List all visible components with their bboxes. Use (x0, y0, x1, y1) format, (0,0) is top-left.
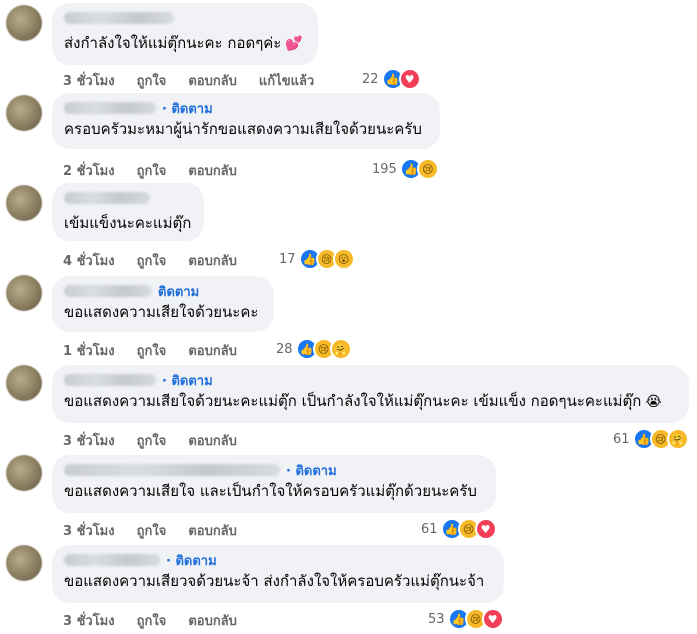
reply-button[interactable]: ตอบกลับ (188, 340, 237, 361)
like-button[interactable]: ถูกใจ (137, 520, 167, 541)
avatar[interactable] (6, 185, 42, 221)
comment-bubble: ติดตาม ขอแสดงความเสียใจด้วยนะคะ (52, 276, 274, 332)
love-reaction-icon: ♥ (398, 68, 421, 90)
comment-text: ครอบครัวมะหมาผู้น่ารักขอแสดงความเสียใจด้… (64, 120, 422, 138)
like-button[interactable]: ถูกใจ (137, 340, 167, 361)
like-button[interactable]: ถูกใจ (137, 610, 167, 631)
commenter-name[interactable] (64, 464, 280, 476)
timestamp[interactable]: 2 ชั่วโมง (63, 160, 115, 181)
comment-bubble: · ติดตาม ขอแสดงความเสียใจ และเป็นกำใจให้… (52, 455, 496, 513)
sad-reaction-icon: 😢 (416, 158, 439, 180)
comment-bubble: เข้มแข็งนะคะแม่ตุ๊ก (52, 183, 204, 241)
crying-emoji-icon: 😭 (645, 394, 662, 410)
follow-link[interactable]: · ติดตาม (286, 460, 337, 481)
love-reaction-icon: ♥ (474, 518, 497, 540)
reply-button[interactable]: ตอบกลับ (188, 70, 237, 91)
reply-button[interactable]: ตอบกลับ (188, 520, 237, 541)
reaction-count: 22 (362, 71, 379, 87)
reaction-count: 61 (613, 431, 630, 447)
reply-button[interactable]: ตอบกลับ (188, 250, 237, 271)
like-button[interactable]: ถูกใจ (137, 250, 167, 271)
comment-text: ส่งกำลังใจให้แม่ตุ๊กนะคะ กอดๆค่ะ (64, 34, 282, 52)
comment-text: ขอแสดงความเสียใจด้วยนะคะ (64, 303, 259, 321)
comment-text: ขอแสดงความเสียใจด้วยนะคะแม่ตุ๊ก เป็นกำลั… (64, 392, 642, 410)
reply-button[interactable]: ตอบกลับ (188, 610, 237, 631)
timestamp[interactable]: 3 ชั่วโมง (63, 610, 115, 631)
edited-label[interactable]: แก้ไขแล้ว (259, 70, 314, 91)
timestamp[interactable]: 3 ชั่วโมง (63, 430, 115, 451)
comment-bubble: · ติดตาม ขอแสดงความเสียใจด้วยนะคะแม่ตุ๊ก… (52, 365, 689, 423)
avatar[interactable] (6, 365, 42, 401)
avatar[interactable] (6, 275, 42, 311)
follow-link[interactable]: · ติดตาม (166, 550, 217, 571)
heart-emoji-icon: 💕 (285, 36, 303, 52)
reaction-summary[interactable]: 195 👍 😢 (372, 158, 439, 180)
commenter-name[interactable] (64, 12, 174, 24)
avatar[interactable] (6, 5, 42, 41)
reply-button[interactable]: ตอบกลับ (188, 430, 237, 451)
follow-link[interactable]: · ติดตาม (162, 370, 213, 391)
reaction-count: 195 (372, 161, 397, 177)
comment-text: ขอแสดงความเสียใจ และเป็นกำใจให้ครอบครัวแ… (64, 482, 477, 500)
care-reaction-icon: 🤗 (329, 338, 352, 360)
timestamp[interactable]: 3 ชั่วโมง (63, 70, 115, 91)
avatar[interactable] (6, 545, 42, 581)
reaction-summary[interactable]: 22 👍 ♥ (362, 68, 421, 90)
commenter-name[interactable] (64, 554, 160, 566)
follow-link[interactable]: · ติดตาม (162, 98, 213, 119)
comment-bubble: · ติดตาม ขอแสดงความเสียวจด้วยนะจ้า ส่งกำ… (52, 545, 504, 603)
comment-text: เข้มแข็งนะคะแม่ตุ๊ก (64, 214, 192, 232)
like-button[interactable]: ถูกใจ (137, 70, 167, 91)
like-button[interactable]: ถูกใจ (137, 430, 167, 451)
reaction-summary[interactable]: 53 👍 😢 ♥ (428, 608, 504, 630)
commenter-name[interactable] (64, 102, 156, 114)
reaction-count: 17 (279, 251, 296, 267)
avatar[interactable] (6, 455, 42, 491)
comment-text: ขอแสดงความเสียวจด้วยนะจ้า ส่งกำลังใจให้ค… (64, 572, 485, 590)
love-reaction-icon: ♥ (481, 608, 504, 630)
reaction-count: 28 (276, 341, 293, 357)
care-reaction-icon: 🤗 (666, 428, 689, 450)
reaction-summary[interactable]: 28 👍 😢 🤗 (276, 338, 352, 360)
timestamp[interactable]: 1 ชั่วโมง (63, 340, 115, 361)
wow-reaction-icon: 😮 (332, 248, 355, 270)
avatar[interactable] (6, 95, 42, 131)
commenter-name[interactable] (64, 192, 150, 204)
comment-bubble: · ติดตาม ครอบครัวมะหมาผู้น่ารักขอแสดงควา… (52, 93, 440, 149)
timestamp[interactable]: 3 ชั่วโมง (63, 520, 115, 541)
commenter-name[interactable] (64, 285, 152, 297)
reaction-summary[interactable]: 17 👍 😢 😮 (279, 248, 355, 270)
reaction-summary[interactable]: 61 👍 😢 ♥ (421, 518, 497, 540)
reaction-summary[interactable]: 61 👍 😢 🤗 (613, 428, 689, 450)
reply-button[interactable]: ตอบกลับ (188, 160, 237, 181)
comment-bubble: ส่งกำลังใจให้แม่ตุ๊กนะคะ กอดๆค่ะ 💕 (52, 3, 318, 65)
reaction-count: 53 (428, 611, 445, 627)
like-button[interactable]: ถูกใจ (137, 160, 167, 181)
timestamp[interactable]: 4 ชั่วโมง (63, 250, 115, 271)
reaction-count: 61 (421, 521, 438, 537)
follow-link[interactable]: ติดตาม (158, 281, 199, 302)
commenter-name[interactable] (64, 374, 156, 386)
